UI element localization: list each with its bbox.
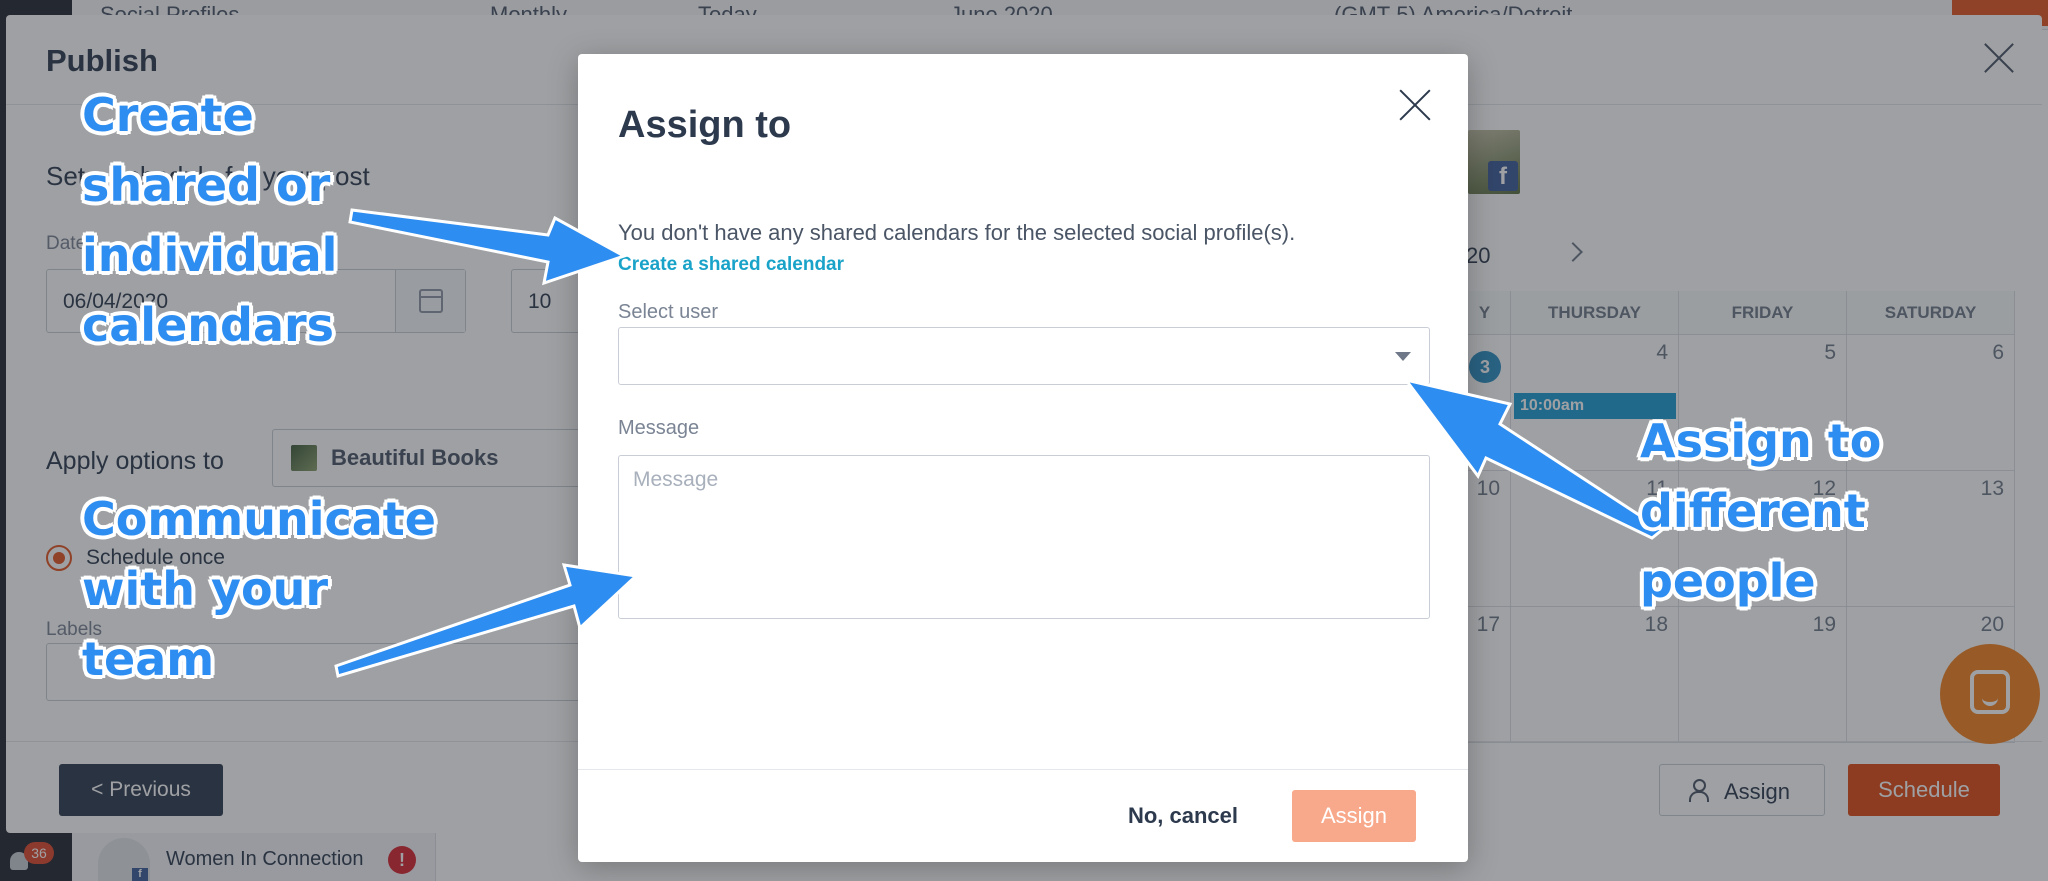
annotation-line: Communicate [82, 492, 436, 546]
annotation-line: Create [82, 88, 254, 142]
annotation-communicate: Communicate with your team [82, 484, 436, 694]
annotation-line: people [1640, 554, 1816, 608]
annotation-line: shared or [82, 158, 331, 212]
annotation-line: team [82, 632, 215, 686]
arrow-to-select-user [1402, 377, 1665, 540]
annotation-line: with your [82, 562, 329, 616]
annotation-create-calendars: Create shared or individual calendars [82, 80, 337, 360]
annotation-assign-people: Assign to different people [1640, 406, 1881, 616]
annotation-line: Assign to [1640, 414, 1882, 468]
annotation-line: individual [82, 228, 338, 282]
annotation-line: calendars [82, 298, 335, 352]
arrow-to-create-link [348, 208, 628, 286]
annotation-line: different [1640, 484, 1866, 538]
